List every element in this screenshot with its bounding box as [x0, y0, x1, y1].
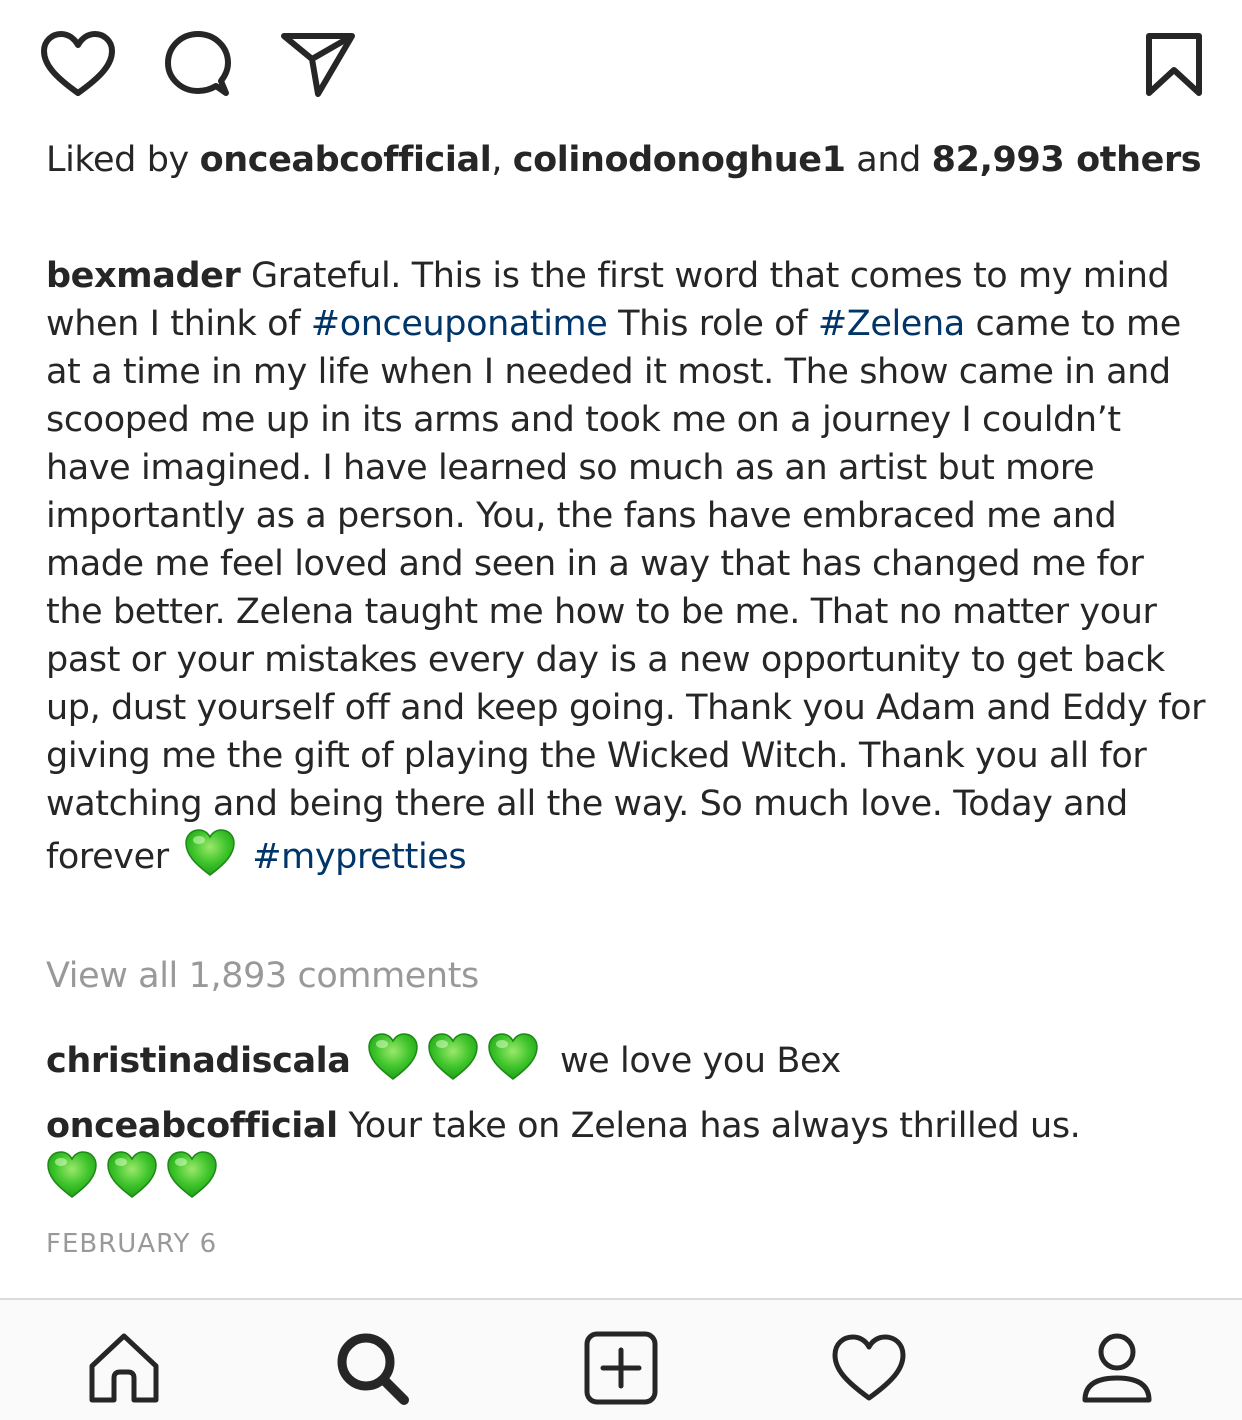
view-all-comments-link[interactable]: View all 1,893 comments — [46, 952, 479, 1000]
likes-separator: , — [491, 140, 513, 180]
green-heart-emoji — [487, 1032, 539, 1084]
green-heart-emoji — [184, 828, 236, 880]
heart-outline-icon[interactable] — [40, 30, 116, 98]
green-heart-emoji — [427, 1032, 479, 1084]
hashtag-onceuponatime[interactable]: #onceuponatime — [311, 304, 608, 344]
comment-text: we love you Bex — [559, 1041, 841, 1081]
caption-username[interactable]: bexmader — [46, 256, 241, 296]
caption-text-3: came to me at a time in my life when I n… — [46, 304, 1206, 877]
search-icon[interactable] — [332, 1328, 412, 1408]
likes-count[interactable]: 82,993 others — [932, 140, 1202, 180]
green-heart-emoji — [367, 1032, 419, 1084]
bottom-tab-bar — [0, 1298, 1242, 1420]
post-caption: bexmader Grateful. This is the first wor… — [46, 252, 1206, 881]
likes-summary[interactable]: Liked by onceabcofficial, colinodonoghue… — [46, 136, 1206, 184]
comment-username[interactable]: christinadiscala — [46, 1041, 351, 1081]
post-date: FEBRUARY 6 — [46, 1229, 218, 1259]
comment-row: onceabcofficial Your take on Zelena has … — [46, 1102, 1216, 1203]
home-icon[interactable] — [84, 1328, 164, 1408]
caption-text-2: This role of — [607, 304, 818, 344]
hashtag-zelena[interactable]: #Zelena — [818, 304, 965, 344]
comment-text: Your take on Zelena has always thrilled … — [337, 1106, 1081, 1146]
hashtag-mypretties[interactable]: #mypretties — [252, 837, 466, 877]
add-post-icon[interactable] — [581, 1328, 661, 1408]
green-heart-emoji — [46, 1150, 98, 1202]
paper-plane-icon[interactable] — [280, 30, 358, 100]
comment-username[interactable]: onceabcofficial — [46, 1106, 338, 1146]
profile-icon[interactable] — [1077, 1328, 1157, 1408]
liker-username-1[interactable]: onceabcofficial — [200, 140, 492, 180]
likes-and: and — [845, 140, 932, 180]
post-action-bar — [0, 0, 1242, 120]
activity-heart-icon[interactable] — [829, 1328, 909, 1408]
green-heart-emoji — [166, 1150, 218, 1202]
green-heart-emoji — [106, 1150, 158, 1202]
speech-bubble-icon[interactable] — [162, 30, 234, 98]
comment-row: christinadiscala we love you Bex — [46, 1032, 1216, 1085]
liker-username-2[interactable]: colinodonoghue1 — [513, 140, 846, 180]
bookmark-icon[interactable] — [1144, 32, 1204, 98]
likes-prefix: Liked by — [46, 140, 200, 180]
